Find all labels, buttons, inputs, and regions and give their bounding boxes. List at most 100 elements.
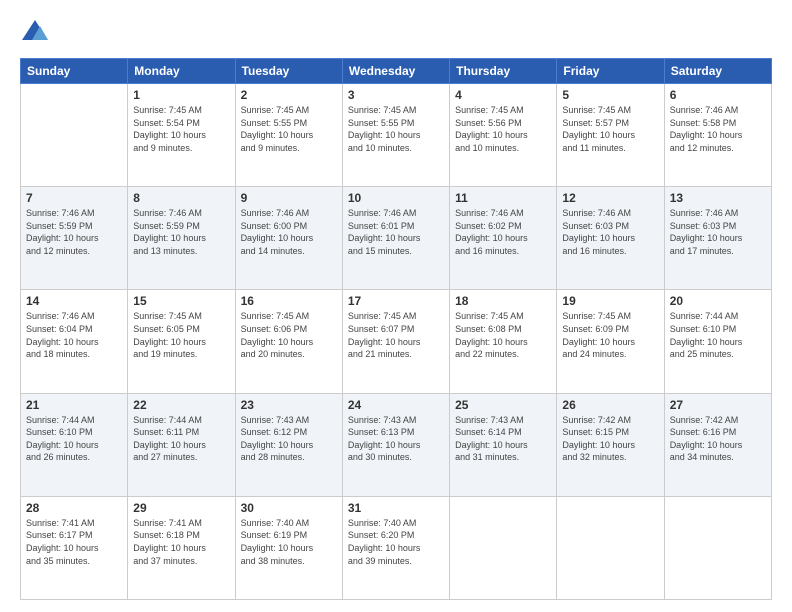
- day-info: Sunrise: 7:44 AMSunset: 6:10 PMDaylight:…: [26, 414, 122, 464]
- day-number: 31: [348, 501, 444, 515]
- week-row-1: 1 Sunrise: 7:45 AMSunset: 5:54 PMDaylight…: [21, 84, 772, 187]
- page: SundayMondayTuesdayWednesdayThursdayFrid…: [0, 0, 792, 612]
- day-info: Sunrise: 7:44 AMSunset: 6:11 PMDaylight:…: [133, 414, 229, 464]
- day-cell: 27 Sunrise: 7:42 AMSunset: 6:16 PMDayligh…: [664, 393, 771, 496]
- day-cell: 21 Sunrise: 7:44 AMSunset: 6:10 PMDayligh…: [21, 393, 128, 496]
- day-number: 7: [26, 191, 122, 205]
- weekday-header-friday: Friday: [557, 59, 664, 84]
- day-cell: [21, 84, 128, 187]
- weekday-header-saturday: Saturday: [664, 59, 771, 84]
- header: [20, 18, 772, 48]
- day-cell: 4 Sunrise: 7:45 AMSunset: 5:56 PMDaylight…: [450, 84, 557, 187]
- day-cell: 16 Sunrise: 7:45 AMSunset: 6:06 PMDayligh…: [235, 290, 342, 393]
- day-cell: 23 Sunrise: 7:43 AMSunset: 6:12 PMDayligh…: [235, 393, 342, 496]
- day-number: 5: [562, 88, 658, 102]
- day-info: Sunrise: 7:46 AMSunset: 6:04 PMDaylight:…: [26, 310, 122, 360]
- day-info: Sunrise: 7:45 AMSunset: 5:56 PMDaylight:…: [455, 104, 551, 154]
- day-number: 11: [455, 191, 551, 205]
- day-number: 3: [348, 88, 444, 102]
- day-number: 19: [562, 294, 658, 308]
- week-row-4: 21 Sunrise: 7:44 AMSunset: 6:10 PMDayligh…: [21, 393, 772, 496]
- day-info: Sunrise: 7:40 AMSunset: 6:20 PMDaylight:…: [348, 517, 444, 567]
- day-number: 4: [455, 88, 551, 102]
- day-cell: [557, 496, 664, 599]
- day-info: Sunrise: 7:41 AMSunset: 6:17 PMDaylight:…: [26, 517, 122, 567]
- day-info: Sunrise: 7:42 AMSunset: 6:15 PMDaylight:…: [562, 414, 658, 464]
- day-cell: [664, 496, 771, 599]
- day-info: Sunrise: 7:46 AMSunset: 5:58 PMDaylight:…: [670, 104, 766, 154]
- day-cell: 30 Sunrise: 7:40 AMSunset: 6:19 PMDayligh…: [235, 496, 342, 599]
- day-info: Sunrise: 7:45 AMSunset: 5:54 PMDaylight:…: [133, 104, 229, 154]
- day-info: Sunrise: 7:45 AMSunset: 6:07 PMDaylight:…: [348, 310, 444, 360]
- day-info: Sunrise: 7:43 AMSunset: 6:14 PMDaylight:…: [455, 414, 551, 464]
- day-cell: [450, 496, 557, 599]
- day-cell: 31 Sunrise: 7:40 AMSunset: 6:20 PMDayligh…: [342, 496, 449, 599]
- day-info: Sunrise: 7:46 AMSunset: 6:03 PMDaylight:…: [562, 207, 658, 257]
- day-number: 14: [26, 294, 122, 308]
- logo-icon: [20, 18, 50, 48]
- day-number: 8: [133, 191, 229, 205]
- day-cell: 13 Sunrise: 7:46 AMSunset: 6:03 PMDayligh…: [664, 187, 771, 290]
- day-number: 15: [133, 294, 229, 308]
- day-info: Sunrise: 7:46 AMSunset: 6:02 PMDaylight:…: [455, 207, 551, 257]
- day-number: 13: [670, 191, 766, 205]
- day-info: Sunrise: 7:41 AMSunset: 6:18 PMDaylight:…: [133, 517, 229, 567]
- day-number: 29: [133, 501, 229, 515]
- day-number: 27: [670, 398, 766, 412]
- day-number: 1: [133, 88, 229, 102]
- day-info: Sunrise: 7:46 AMSunset: 6:01 PMDaylight:…: [348, 207, 444, 257]
- day-cell: 28 Sunrise: 7:41 AMSunset: 6:17 PMDayligh…: [21, 496, 128, 599]
- day-cell: 17 Sunrise: 7:45 AMSunset: 6:07 PMDayligh…: [342, 290, 449, 393]
- day-cell: 8Sunrise: 7:46 AMSunset: 5:59 PMDaylight…: [128, 187, 235, 290]
- day-number: 16: [241, 294, 337, 308]
- day-info: Sunrise: 7:46 AMSunset: 5:59 PMDaylight:…: [26, 207, 122, 257]
- day-info: Sunrise: 7:45 AMSunset: 6:05 PMDaylight:…: [133, 310, 229, 360]
- day-cell: 10Sunrise: 7:46 AMSunset: 6:01 PMDayligh…: [342, 187, 449, 290]
- day-cell: 25Sunrise: 7:43 AMSunset: 6:14 PMDayligh…: [450, 393, 557, 496]
- day-cell: 9 Sunrise: 7:46 AMSunset: 6:00 PMDaylight…: [235, 187, 342, 290]
- day-cell: 15 Sunrise: 7:45 AMSunset: 6:05 PMDayligh…: [128, 290, 235, 393]
- day-number: 6: [670, 88, 766, 102]
- day-info: Sunrise: 7:45 AMSunset: 5:55 PMDaylight:…: [241, 104, 337, 154]
- day-number: 18: [455, 294, 551, 308]
- day-cell: 3 Sunrise: 7:45 AMSunset: 5:55 PMDaylight…: [342, 84, 449, 187]
- day-number: 26: [562, 398, 658, 412]
- week-row-5: 28 Sunrise: 7:41 AMSunset: 6:17 PMDayligh…: [21, 496, 772, 599]
- weekday-header-wednesday: Wednesday: [342, 59, 449, 84]
- day-info: Sunrise: 7:46 AMSunset: 6:03 PMDaylight:…: [670, 207, 766, 257]
- day-cell: 6 Sunrise: 7:46 AMSunset: 5:58 PMDaylight…: [664, 84, 771, 187]
- day-cell: 14 Sunrise: 7:46 AMSunset: 6:04 PMDayligh…: [21, 290, 128, 393]
- logo: [20, 18, 54, 48]
- day-info: Sunrise: 7:45 AMSunset: 5:55 PMDaylight:…: [348, 104, 444, 154]
- day-info: Sunrise: 7:40 AMSunset: 6:19 PMDaylight:…: [241, 517, 337, 567]
- day-number: 2: [241, 88, 337, 102]
- day-number: 12: [562, 191, 658, 205]
- day-cell: 1 Sunrise: 7:45 AMSunset: 5:54 PMDaylight…: [128, 84, 235, 187]
- week-row-3: 14 Sunrise: 7:46 AMSunset: 6:04 PMDayligh…: [21, 290, 772, 393]
- week-row-2: 7 Sunrise: 7:46 AMSunset: 5:59 PMDaylight…: [21, 187, 772, 290]
- day-info: Sunrise: 7:45 AMSunset: 5:57 PMDaylight:…: [562, 104, 658, 154]
- weekday-header-sunday: Sunday: [21, 59, 128, 84]
- day-info: Sunrise: 7:43 AMSunset: 6:12 PMDaylight:…: [241, 414, 337, 464]
- day-number: 17: [348, 294, 444, 308]
- day-number: 30: [241, 501, 337, 515]
- day-cell: 11 Sunrise: 7:46 AMSunset: 6:02 PMDayligh…: [450, 187, 557, 290]
- day-number: 24: [348, 398, 444, 412]
- weekday-header-thursday: Thursday: [450, 59, 557, 84]
- day-number: 21: [26, 398, 122, 412]
- day-info: Sunrise: 7:46 AMSunset: 6:00 PMDaylight:…: [241, 207, 337, 257]
- weekday-header-row: SundayMondayTuesdayWednesdayThursdayFrid…: [21, 59, 772, 84]
- day-info: Sunrise: 7:44 AMSunset: 6:10 PMDaylight:…: [670, 310, 766, 360]
- day-number: 9: [241, 191, 337, 205]
- day-cell: 22Sunrise: 7:44 AMSunset: 6:11 PMDayligh…: [128, 393, 235, 496]
- day-info: Sunrise: 7:43 AMSunset: 6:13 PMDaylight:…: [348, 414, 444, 464]
- day-number: 28: [26, 501, 122, 515]
- weekday-header-monday: Monday: [128, 59, 235, 84]
- day-cell: 2 Sunrise: 7:45 AMSunset: 5:55 PMDaylight…: [235, 84, 342, 187]
- day-number: 23: [241, 398, 337, 412]
- day-info: Sunrise: 7:45 AMSunset: 6:06 PMDaylight:…: [241, 310, 337, 360]
- day-cell: 26 Sunrise: 7:42 AMSunset: 6:15 PMDayligh…: [557, 393, 664, 496]
- day-cell: 18Sunrise: 7:45 AMSunset: 6:08 PMDayligh…: [450, 290, 557, 393]
- day-cell: 19Sunrise: 7:45 AMSunset: 6:09 PMDayligh…: [557, 290, 664, 393]
- day-info: Sunrise: 7:42 AMSunset: 6:16 PMDaylight:…: [670, 414, 766, 464]
